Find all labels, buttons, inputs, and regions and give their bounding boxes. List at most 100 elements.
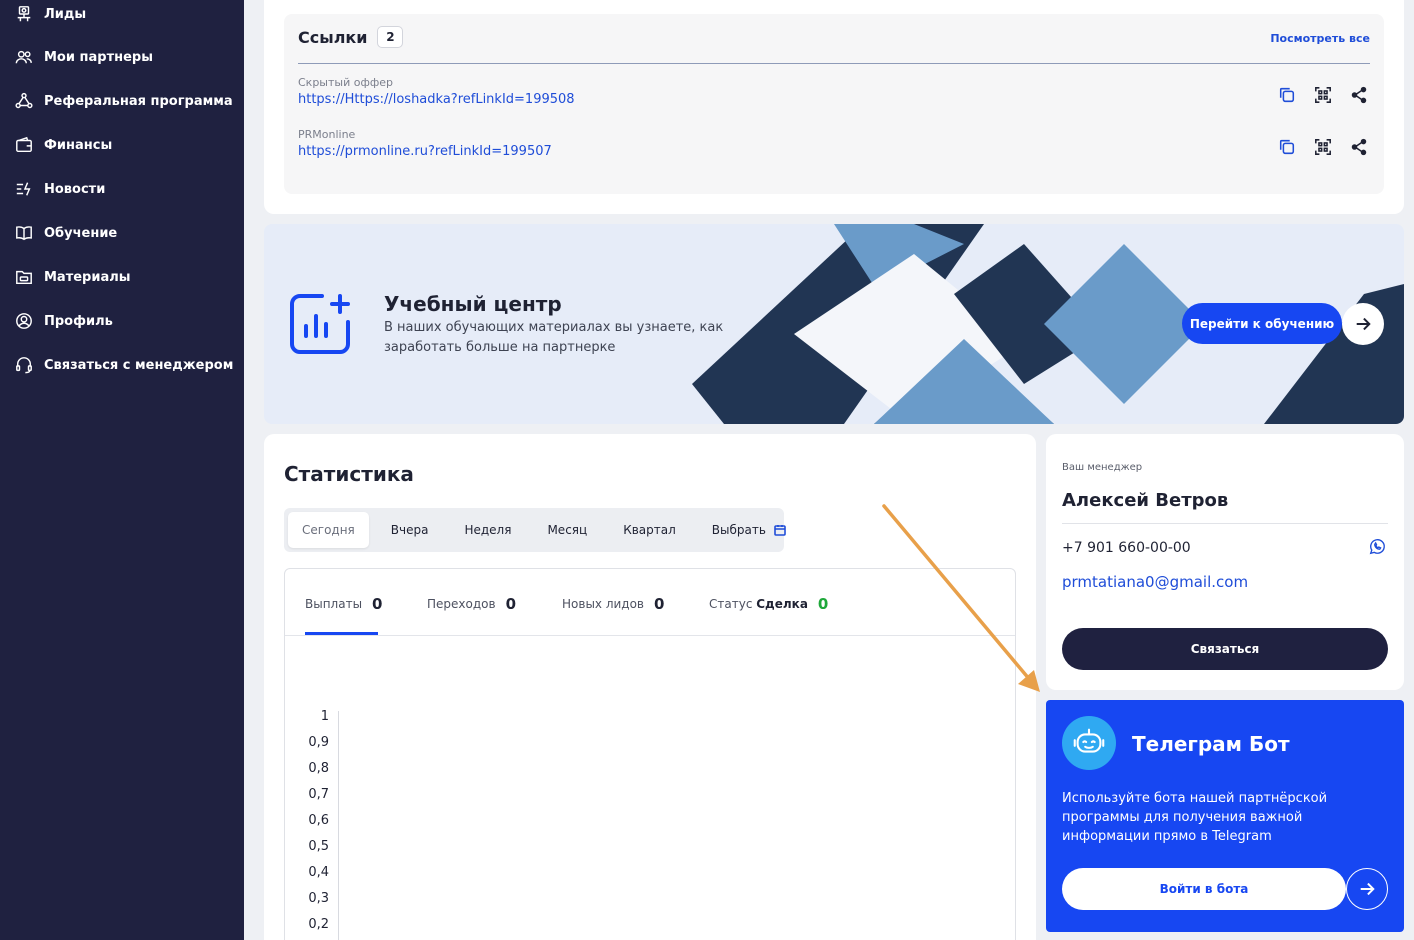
chart-y-axis [338, 711, 339, 940]
link-row: Скрытый оффер https://Https://loshadka?r… [298, 76, 1370, 116]
period-month[interactable]: Месяц [533, 512, 601, 548]
links-count-badge: 2 [377, 26, 404, 48]
manager-label: Ваш менеджер [1062, 462, 1143, 473]
sidebar-item-learning[interactable]: Обучение [14, 221, 117, 245]
links-title-text: Ссылки [298, 27, 368, 47]
statistics-card: Статистика Сегодня Вчера Неделя Месяц Кв… [264, 434, 1036, 940]
sidebar-item-partners[interactable]: Мои партнеры [14, 45, 153, 69]
divider [298, 63, 1370, 64]
arrow-right-icon[interactable] [1346, 868, 1388, 910]
contact-button[interactable]: Связаться [1062, 628, 1388, 670]
profile-icon [14, 311, 34, 331]
link-url[interactable]: https://Https://loshadka?refLinkId=19950… [298, 92, 1370, 107]
metric-tab-payouts[interactable]: Выплаты 0 [305, 595, 382, 635]
sidebar-item-materials[interactable]: Материалы [14, 265, 131, 289]
link-label: PRMonline [298, 128, 356, 141]
materials-icon [14, 267, 34, 287]
telegram-bot-description: Используйте бота нашей партнёрской прогр… [1062, 791, 1328, 844]
sidebar-item-label: Материалы [44, 269, 131, 285]
manager-email[interactable]: prmtatiana0@gmail.com [1062, 573, 1248, 591]
y-tick-label: 0,5 [308, 839, 329, 854]
metric-tab-deal-status[interactable]: Статус Сделка 0 [709, 595, 829, 635]
y-tick-label: 1 [320, 709, 329, 724]
learning-banner: Учебный центр В наших обучающих материал… [264, 224, 1404, 424]
sidebar-item-label: Профиль [44, 313, 113, 329]
sidebar-item-leads[interactable]: Лиды [14, 2, 86, 26]
link-url[interactable]: https://prmonline.ru?refLinkId=199507 [298, 144, 1370, 159]
divider [1062, 523, 1388, 524]
partners-icon [14, 47, 34, 67]
sidebar-item-label: Связаться с менеджером [44, 357, 234, 373]
link-row: PRMonline https://prmonline.ru?refLinkId… [298, 128, 1370, 168]
banner-description: В наших обучающих материалах вы узнаете,… [384, 320, 724, 355]
share-icon[interactable] [1348, 136, 1370, 158]
y-tick-label: 0,2 [308, 917, 329, 932]
y-tick-label: 0,4 [308, 865, 329, 880]
whatsapp-icon[interactable] [1368, 538, 1386, 556]
metric-label: Статус Сделка [709, 597, 808, 611]
y-tick-label: 0,6 [308, 813, 329, 828]
links-card: Ссылки 2 Посмотреть все Скрытый оффер ht… [264, 0, 1404, 214]
y-tick-label: 0,9 [308, 735, 329, 750]
sidebar-item-referral[interactable]: Реферальная программа [14, 89, 233, 113]
links-panel: Ссылки 2 Посмотреть все Скрытый оффер ht… [284, 14, 1384, 194]
metric-label-text: Статус [709, 597, 753, 611]
view-all-link[interactable]: Посмотреть все [1270, 32, 1370, 45]
period-selector: Сегодня Вчера Неделя Месяц Квартал Выбра… [284, 508, 786, 552]
period-today[interactable]: Сегодня [288, 512, 369, 548]
banner-title: Учебный центр [384, 292, 562, 316]
sidebar-item-label: Реферальная программа [44, 93, 233, 109]
period-week[interactable]: Неделя [450, 512, 525, 548]
link-actions [1276, 136, 1370, 158]
metric-value: 0 [817, 595, 829, 613]
book-icon [14, 223, 34, 243]
sidebar-item-label: Мои партнеры [44, 49, 153, 65]
metric-tab-new-leads[interactable]: Новых лидов 0 [562, 595, 664, 635]
sidebar-item-profile[interactable]: Профиль [14, 309, 113, 333]
sidebar-item-finance[interactable]: Финансы [14, 133, 112, 157]
enter-bot-button[interactable]: Войти в бота [1062, 868, 1346, 910]
sidebar-item-label: Лиды [44, 6, 87, 22]
links-title: Ссылки 2 [298, 26, 404, 48]
headset-icon [14, 355, 34, 375]
sidebar-item-label: Финансы [44, 137, 113, 153]
news-icon [14, 179, 34, 199]
share-icon[interactable] [1348, 84, 1370, 106]
link-label: Скрытый оффер [298, 76, 394, 89]
wallet-icon [14, 135, 34, 155]
telegram-bot-title: Телеграм Бот [1132, 732, 1290, 756]
period-yesterday[interactable]: Вчера [377, 512, 443, 548]
sidebar-item-news[interactable]: Новости [14, 177, 105, 201]
copy-icon[interactable] [1276, 84, 1298, 106]
robot-icon [1062, 716, 1116, 770]
manager-card: Ваш менеджер Алексей Ветров +7 901 660-0… [1046, 434, 1404, 690]
calendar-icon [774, 525, 786, 536]
chart-add-icon [288, 292, 352, 356]
sidebar-item-label: Обучение [44, 225, 118, 241]
leads-icon [14, 4, 34, 24]
metric-label: Новых лидов [562, 597, 645, 611]
arrow-right-icon[interactable] [1342, 303, 1384, 345]
metric-tabs: Выплаты 0 Переходов 0 Новых лидов 0 Стат… [285, 569, 1015, 636]
sidebar-item-contact-manager[interactable]: Связаться с менеджером [14, 353, 233, 377]
period-custom-label: Выбрать [711, 523, 766, 537]
go-to-learning-button[interactable]: Перейти к обучению [1182, 303, 1342, 344]
sidebar: Лиды Мои партнеры Реферальная программа … [0, 0, 244, 940]
metric-label: Выплаты [305, 597, 363, 611]
y-tick-label: 0,7 [308, 787, 329, 802]
metric-tab-clicks[interactable]: Переходов 0 [427, 595, 516, 635]
metric-label: Переходов [427, 597, 496, 611]
y-tick-label: 0,3 [308, 891, 329, 906]
period-quarter[interactable]: Квартал [609, 512, 690, 548]
qr-code-icon[interactable] [1312, 84, 1334, 106]
metric-value: 0 [372, 595, 383, 613]
telegram-bot-card: Телеграм Бот Используйте бота нашей парт… [1046, 700, 1404, 932]
referral-icon [14, 91, 34, 111]
manager-name: Алексей Ветров [1062, 490, 1229, 511]
period-custom[interactable]: Выбрать [698, 512, 800, 548]
y-tick-label: 0,8 [308, 761, 329, 776]
link-actions [1276, 84, 1370, 106]
copy-icon[interactable] [1276, 136, 1298, 158]
manager-phone[interactable]: +7 901 660-00-00 [1062, 540, 1191, 556]
qr-code-icon[interactable] [1312, 136, 1334, 158]
